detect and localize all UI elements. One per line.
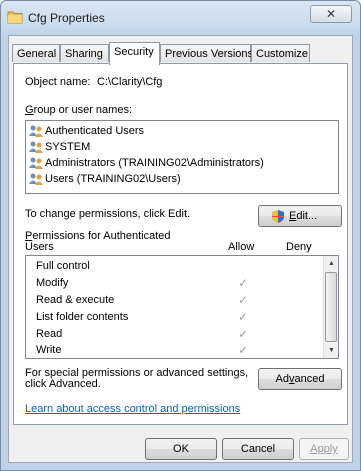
apply-button[interactable]: Apply — [299, 438, 349, 460]
permissions-scrollbar[interactable]: ▲ ▼ — [323, 256, 338, 358]
user-name: Users (TRAINING02\Users) — [45, 173, 181, 185]
edit-button[interactable]: Edit... — [258, 205, 342, 227]
table-row: Write ✓ — [26, 342, 326, 359]
permission-name: List folder contents — [36, 311, 129, 323]
tab-security[interactable]: Security — [109, 42, 160, 65]
window-title: Cfg Properties — [28, 11, 105, 25]
scroll-up-icon[interactable]: ▲ — [324, 256, 339, 271]
allow-check-icon: ✓ — [238, 343, 249, 357]
allow-check-icon: ✓ — [238, 310, 249, 324]
shield-icon — [272, 210, 284, 223]
table-row: Read & execute ✓ — [26, 292, 326, 309]
group-label-rest: roup or user names: — [33, 104, 132, 116]
scroll-thumb[interactable] — [325, 272, 337, 342]
tab-previous-versions[interactable]: Previous Versions — [160, 44, 253, 62]
permission-name: Write — [36, 344, 62, 356]
permission-name: Read — [36, 328, 63, 340]
permission-name: Full control — [36, 260, 90, 272]
ok-button[interactable]: OK — [145, 438, 217, 460]
object-name-value: C:\Clarity\Cfg — [97, 76, 163, 88]
table-row: Modify ✓ — [26, 275, 326, 292]
special-permissions-text-line2: click Advanced. — [25, 378, 101, 390]
tab-sharing[interactable]: Sharing — [60, 44, 109, 62]
users-group-icon — [29, 125, 43, 137]
permissions-list[interactable]: Full control Modify ✓ Read & execute ✓ L… — [25, 255, 339, 359]
user-name: SYSTEM — [45, 141, 91, 153]
permissions-for-user: Users — [25, 241, 54, 253]
dialog-client: General Sharing Security Previous Versio… — [8, 35, 353, 463]
allow-check-icon: ✓ — [238, 276, 249, 290]
learn-permissions-link[interactable]: Learn about access control and permissio… — [25, 403, 240, 415]
allow-header: Allow — [228, 241, 255, 253]
scroll-down-icon[interactable]: ▼ — [324, 343, 339, 358]
allow-check-icon: ✓ — [238, 327, 249, 341]
advanced-button-label: Advanced — [275, 373, 325, 385]
users-group-icon — [29, 173, 43, 185]
table-row: List folder contents ✓ — [26, 309, 326, 326]
cancel-button[interactable]: Cancel — [222, 438, 294, 460]
user-name: Administrators (TRAINING02\Administrator… — [45, 157, 264, 169]
tab-general[interactable]: General — [12, 44, 60, 62]
folder-icon — [7, 11, 23, 24]
allow-check-icon: ✓ — [238, 293, 249, 307]
tab-customize[interactable]: Customize — [251, 44, 310, 62]
security-panel: Object name: C:\Clarity\Cfg Group or use… — [13, 63, 348, 425]
user-list[interactable]: Authenticated Users SYSTEM Administrator… — [25, 120, 339, 194]
close-icon: ✕ — [325, 7, 337, 21]
user-name: Authenticated Users — [45, 125, 145, 137]
deny-header: Deny — [286, 241, 312, 253]
advanced-button[interactable]: Advanced — [258, 368, 342, 390]
close-button[interactable]: ✕ — [310, 5, 352, 23]
users-group-icon — [29, 141, 43, 153]
properties-window: Cfg Properties ✕ General Sharing Securit… — [0, 0, 361, 471]
permission-name: Read & execute — [36, 294, 115, 306]
edit-button-label: Edit... — [289, 210, 318, 222]
title-bar[interactable]: Cfg Properties ✕ — [1, 1, 360, 35]
users-group-icon — [29, 157, 43, 169]
edit-button-label-rest: dit... — [296, 210, 318, 222]
object-name-label: Object name: — [25, 76, 91, 88]
change-permissions-text: To change permissions, click Edit. — [25, 208, 191, 220]
apply-button-label: Apply — [310, 443, 338, 455]
table-row: Full control — [26, 258, 326, 275]
table-row: Read ✓ — [26, 326, 326, 343]
permission-name: Modify — [36, 277, 69, 289]
group-label: Group or user names: — [25, 104, 132, 116]
